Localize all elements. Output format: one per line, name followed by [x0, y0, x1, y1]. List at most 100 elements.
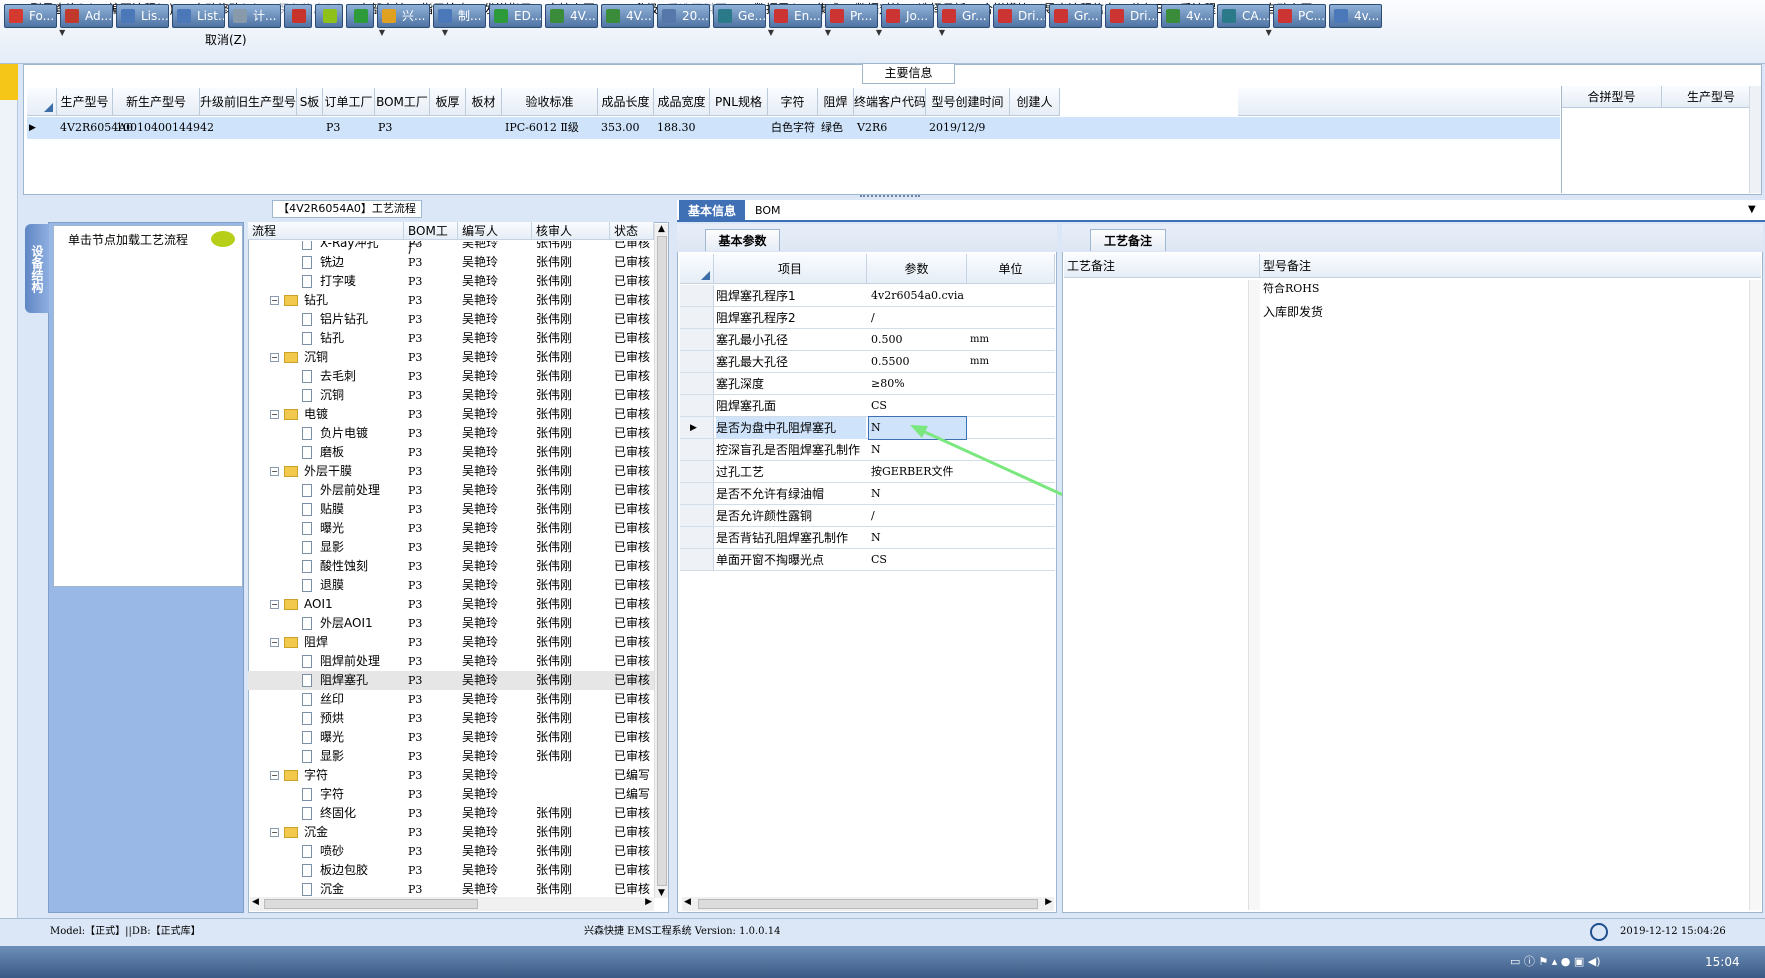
taskbar-button[interactable]: Fo... [4, 4, 57, 28]
tree-row[interactable]: 沉金 P3 吴艳玲 张伟刚 已审核 [248, 880, 654, 896]
table-cell[interactable] [433, 117, 465, 139]
tree-row[interactable]: 沉铜 P3 吴艳玲 张伟刚 已审核 [248, 386, 654, 405]
taskbar-button[interactable]: Ad... [60, 4, 113, 28]
tree-row[interactable]: − AOI1 P3 吴艳玲 张伟刚 已审核 [248, 595, 654, 614]
tree-row[interactable]: 铝片钻孔 P3 吴艳玲 张伟刚 已审核 [248, 310, 654, 329]
param-row[interactable]: 塞孔深度 ≥80% [680, 373, 1055, 395]
tree-row[interactable]: 负片电镀 P3 吴艳玲 张伟刚 已审核 [248, 424, 654, 443]
tree-row[interactable]: 显影 P3 吴艳玲 张伟刚 已审核 [248, 747, 654, 766]
tree-row[interactable]: − 外层干膜 P3 吴艳玲 张伟刚 已审核 [248, 462, 654, 481]
taskbar-button[interactable]: ED... [489, 4, 542, 28]
row-header[interactable] [680, 439, 714, 460]
params-col-header[interactable]: 单位 [967, 254, 1055, 284]
tree-row[interactable]: 阻焊塞孔 P3 吴艳玲 张伟刚 已审核 [248, 671, 654, 690]
row-header[interactable] [680, 373, 714, 394]
tree-row[interactable]: 阻焊前处理 P3 吴艳玲 张伟刚 已审核 [248, 652, 654, 671]
table-cell[interactable]: 353.00 [601, 117, 653, 139]
taskbar-button[interactable]: 4V... [545, 4, 598, 28]
taskbar-button[interactable]: List... [172, 4, 225, 28]
table-cell[interactable]: 4V2R6054A0 [60, 117, 133, 139]
main-col-header[interactable]: 终端客户代码 [854, 88, 926, 116]
param-value[interactable]: CS [869, 549, 966, 571]
table-cell[interactable] [1013, 117, 1059, 139]
tree-row[interactable]: 打字唛 P3 吴艳玲 张伟刚 已审核 [248, 272, 654, 291]
tree-row[interactable]: 退膜 P3 吴艳玲 张伟刚 已审核 [248, 576, 654, 595]
row-header[interactable] [680, 483, 714, 504]
main-col-header[interactable]: 字符 [768, 88, 818, 116]
tree-row[interactable]: 曝光 P3 吴艳玲 张伟刚 已审核 [248, 519, 654, 538]
params-col-header[interactable]: 项目 [714, 254, 867, 284]
tab-process-notes[interactable]: 工艺备注 [1090, 229, 1166, 251]
row-header[interactable] [680, 417, 714, 438]
scroll-right-icon[interactable]: ▶ [1045, 897, 1052, 907]
taskbar-clock[interactable]: 15:04 [1705, 946, 1740, 978]
collapse-toggle-icon[interactable]: − [270, 296, 279, 305]
table-cell[interactable]: 2019/12/9 [929, 117, 1009, 139]
row-header[interactable] [680, 329, 714, 350]
tree-row[interactable]: 曝光 P3 吴艳玲 张伟刚 已审核 [248, 728, 654, 747]
tree-row[interactable]: 显影 P3 吴艳玲 张伟刚 已审核 [248, 538, 654, 557]
collapse-toggle-icon[interactable]: − [270, 467, 279, 476]
main-col-header[interactable]: 板厚 [430, 88, 466, 116]
param-row[interactable]: 单面开窗不掏曝光点 CS [680, 549, 1055, 571]
tree-row[interactable]: 字符 P3 吴艳玲 已编写 [248, 785, 654, 804]
grid-corner[interactable] [27, 88, 57, 116]
taskbar-button[interactable]: 计... [228, 4, 281, 28]
taskbar-button[interactable] [284, 4, 312, 28]
taskbar-button[interactable] [315, 4, 343, 28]
tree-row[interactable]: − 电镀 P3 吴艳玲 张伟刚 已审核 [248, 405, 654, 424]
main-col-header[interactable]: 订单工厂 [323, 88, 375, 116]
collapse-toggle-icon[interactable]: − [270, 353, 279, 362]
tree-row[interactable]: − 沉铜 P3 吴艳玲 张伟刚 已审核 [248, 348, 654, 367]
taskbar-button[interactable]: Gr... [937, 4, 990, 28]
main-col-header[interactable]: 验收标准 [502, 88, 598, 116]
tree-row[interactable]: 外层AOI1 P3 吴艳玲 张伟刚 已审核 [248, 614, 654, 633]
chevron-down-icon[interactable]: ▼ [1748, 204, 1756, 215]
param-value[interactable]: 0.5500 [869, 351, 966, 373]
tree-row[interactable]: 去毛刺 P3 吴艳玲 张伟刚 已审核 [248, 367, 654, 386]
taskbar-button[interactable]: 4v... [1329, 4, 1382, 28]
tree-row[interactable]: 预烘 P3 吴艳玲 张伟刚 已审核 [248, 709, 654, 728]
taskbar-button[interactable]: Lis... [116, 4, 169, 28]
param-row[interactable]: 阻焊塞孔程序2 / [680, 307, 1055, 329]
taskbar-button[interactable]: 制... [433, 4, 486, 28]
table-cell[interactable]: P3 [326, 117, 374, 139]
taskbar-button[interactable]: CA... [1217, 4, 1270, 28]
taskbar-button[interactable]: 4V... [601, 4, 654, 28]
param-value[interactable]: / [869, 307, 966, 329]
process-notes-scrollbar[interactable] [1248, 280, 1260, 910]
tree-row[interactable]: 外层前处理 P3 吴艳玲 张伟刚 已审核 [248, 481, 654, 500]
params-corner[interactable] [680, 254, 714, 284]
tab-bom[interactable]: BOM [755, 200, 781, 222]
param-row[interactable]: 阻焊塞孔面 CS [680, 395, 1055, 417]
tree-row[interactable]: 贴膜 P3 吴艳玲 张伟刚 已审核 [248, 500, 654, 519]
tree-col-header[interactable]: 流程 [248, 222, 404, 240]
main-col-header[interactable]: 成品宽度 [654, 88, 710, 116]
main-col-header[interactable]: 板材 [466, 88, 502, 116]
tree-row[interactable]: X-Ray冲孔 P3 吴艳玲 张伟刚 已审核 [248, 241, 654, 253]
tree-row[interactable]: 终固化 P3 吴艳玲 张伟刚 已审核 [248, 804, 654, 823]
tree-row[interactable]: − 阻焊 P3 吴艳玲 张伟刚 已审核 [248, 633, 654, 652]
taskbar-button[interactable]: Dri... [993, 4, 1046, 28]
param-row[interactable]: 阻焊塞孔程序1 4v2r6054a0.cvia [680, 285, 1055, 307]
taskbar-button[interactable]: En... [769, 4, 822, 28]
tree-col-header[interactable]: 编写人 [458, 222, 532, 240]
h-scroll-thumb[interactable] [264, 899, 478, 909]
main-col-header[interactable]: 生产型号 [57, 88, 113, 116]
taskbar-button[interactable]: 4v... [1161, 4, 1214, 28]
collapse-toggle-icon[interactable]: − [270, 600, 279, 609]
notes-col-header[interactable]: 型号备注 [1260, 254, 1761, 278]
tree-row[interactable]: 磨板 P3 吴艳玲 张伟刚 已审核 [248, 443, 654, 462]
merge-col-header[interactable]: 合拼型号 [1562, 86, 1662, 108]
main-col-header[interactable]: 成品长度 [598, 88, 654, 116]
table-cell[interactable]: V2R6 [857, 117, 925, 139]
taskbar-button[interactable]: 兴... [377, 4, 430, 28]
table-cell[interactable]: 绿色 [821, 117, 853, 139]
tree-row[interactable]: 喷砂 P3 吴艳玲 张伟刚 已审核 [248, 842, 654, 861]
main-col-header[interactable]: PNL规格 [710, 88, 768, 116]
splitter-handle[interactable] [860, 195, 920, 199]
row-header[interactable] [680, 549, 714, 570]
param-value[interactable]: 0.500 [869, 329, 966, 351]
param-row[interactable]: 塞孔最大孔径 0.5500 mm [680, 351, 1055, 373]
taskbar-button[interactable]: Pr... [825, 4, 878, 28]
